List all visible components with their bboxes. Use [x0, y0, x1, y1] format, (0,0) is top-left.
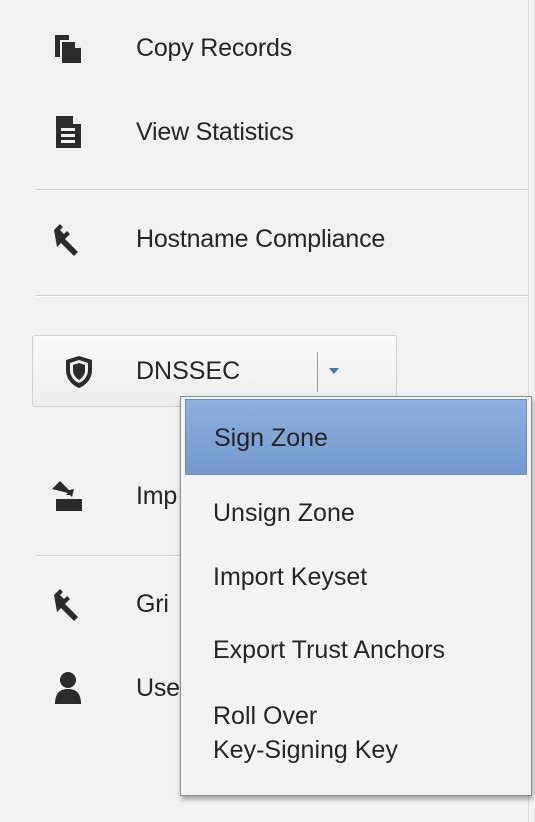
copy-records-item[interactable]: Copy Records: [0, 18, 528, 78]
hostname-compliance-label: Hostname Compliance: [136, 224, 386, 253]
menu-item-import-keyset[interactable]: Import Keyset: [185, 547, 527, 607]
split-separator: [317, 352, 318, 392]
menu-item-line: Key-Signing Key: [213, 736, 398, 764]
view-statistics-label: View Statistics: [136, 117, 294, 146]
wrench-icon: [48, 219, 88, 259]
document-icon: [48, 112, 88, 152]
copy-records-label: Copy Records: [136, 33, 292, 62]
shield-icon: [59, 352, 99, 392]
menu-item-line: Roll Over: [213, 702, 318, 730]
view-statistics-item[interactable]: View Statistics: [0, 102, 528, 162]
import-label: Imp: [136, 481, 178, 510]
menu-item-roll-over-ksk[interactable]: Roll Over Key-Signing Key: [185, 699, 527, 779]
divider: [36, 295, 528, 297]
chevron-down-icon[interactable]: [326, 363, 342, 379]
user-label: Use: [136, 673, 180, 702]
grid-label: Gri: [136, 589, 169, 618]
wrench-icon: [48, 584, 88, 624]
menu-item-export-trust-anchors[interactable]: Export Trust Anchors: [185, 617, 527, 683]
divider: [36, 189, 528, 191]
dnssec-dropdown-menu: Sign Zone Unsign Zone Import Keyset Expo…: [180, 396, 532, 796]
dnssec-label: DNSSEC: [136, 357, 241, 385]
user-icon: [48, 668, 88, 708]
import-icon: [48, 476, 88, 516]
copy-icon: [48, 28, 88, 68]
menu-item-sign-zone[interactable]: Sign Zone: [185, 399, 527, 475]
hostname-compliance-item[interactable]: Hostname Compliance: [0, 209, 528, 269]
menu-item-unsign-zone[interactable]: Unsign Zone: [185, 483, 527, 543]
